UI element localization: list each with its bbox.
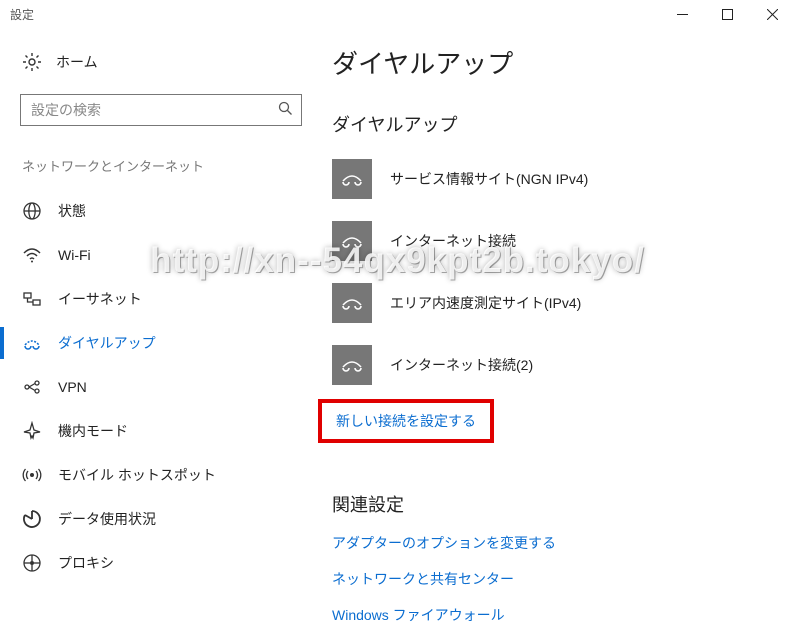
sidebar-item-datausage[interactable]: データ使用状況 — [0, 497, 310, 541]
sidebar-item-label: VPN — [58, 379, 87, 395]
related-link-adapter-options[interactable]: アダプターのオプションを変更する — [332, 533, 556, 553]
content-pane: ダイヤルアップ ダイヤルアップ サービス情報サイト(NGN IPv4) インター… — [310, 30, 795, 627]
sidebar-item-wifi[interactable]: Wi-Fi — [0, 233, 310, 277]
sidebar-item-airplane[interactable]: 機内モード — [0, 409, 310, 453]
datausage-icon — [22, 509, 42, 529]
connection-item[interactable]: インターネット接続 — [332, 221, 775, 261]
sidebar-item-label: 状態 — [58, 201, 86, 221]
sidebar-item-dialup[interactable]: ダイヤルアップ — [0, 321, 310, 365]
phone-icon — [332, 283, 372, 323]
titlebar: 設定 — [0, 0, 795, 30]
related-link-firewall[interactable]: Windows ファイアウォール — [332, 605, 505, 625]
connection-item[interactable]: エリア内速度測定サイト(IPv4) — [332, 283, 775, 323]
sidebar-item-status[interactable]: 状態 — [0, 189, 310, 233]
phone-icon — [332, 159, 372, 199]
sidebar-item-label: 機内モード — [58, 421, 128, 441]
connection-item[interactable]: サービス情報サイト(NGN IPv4) — [332, 159, 775, 199]
connection-item[interactable]: インターネット接続(2) — [332, 345, 775, 385]
connection-label: インターネット接続(2) — [390, 355, 533, 375]
sidebar: ホーム ネットワークとインターネット 状態 Wi-Fi — [0, 30, 310, 627]
new-connection-highlight: 新しい接続を設定する — [332, 407, 775, 467]
sidebar-item-label: データ使用状況 — [58, 509, 156, 529]
section-title: ダイヤルアップ — [332, 111, 775, 137]
sidebar-nav: 状態 Wi-Fi イーサネット ダイヤルアップ — [0, 189, 310, 585]
sidebar-item-ethernet[interactable]: イーサネット — [0, 277, 310, 321]
sidebar-item-hotspot[interactable]: モバイル ホットスポット — [0, 453, 310, 497]
phone-icon — [332, 345, 372, 385]
sidebar-home[interactable]: ホーム — [20, 52, 290, 72]
minimize-icon — [677, 9, 688, 20]
connection-label: サービス情報サイト(NGN IPv4) — [390, 169, 588, 189]
globe-icon — [22, 201, 42, 221]
airplane-icon — [22, 421, 42, 441]
sidebar-item-label: Wi-Fi — [58, 247, 91, 263]
sidebar-item-label: イーサネット — [58, 289, 142, 309]
sidebar-item-label: プロキシ — [58, 553, 114, 573]
related-link-sharing-center[interactable]: ネットワークと共有センター — [332, 569, 514, 589]
connection-list: サービス情報サイト(NGN IPv4) インターネット接続 エリア内速度測定サイ… — [332, 159, 775, 385]
sidebar-home-label: ホーム — [56, 52, 98, 72]
ethernet-icon — [22, 289, 42, 309]
search-box[interactable] — [20, 94, 302, 126]
sidebar-category: ネットワークとインターネット — [20, 156, 290, 175]
minimize-button[interactable] — [660, 0, 705, 28]
page-title: ダイヤルアップ — [332, 44, 775, 81]
dialup-icon — [22, 333, 42, 353]
sidebar-item-proxy[interactable]: プロキシ — [0, 541, 310, 585]
sidebar-item-label: ダイヤルアップ — [58, 333, 156, 353]
wifi-icon — [22, 245, 42, 265]
phone-icon — [332, 221, 372, 261]
window-title: 設定 — [0, 0, 44, 23]
connection-label: インターネット接続 — [390, 231, 516, 251]
sidebar-item-label: モバイル ホットスポット — [58, 465, 216, 485]
close-icon — [767, 9, 778, 20]
gear-icon — [22, 52, 42, 72]
maximize-button[interactable] — [705, 0, 750, 28]
search-input[interactable] — [31, 102, 278, 118]
connection-label: エリア内速度測定サイト(IPv4) — [390, 293, 581, 313]
related-settings-title: 関連設定 — [332, 491, 775, 517]
proxy-icon — [22, 553, 42, 573]
vpn-icon — [22, 377, 42, 397]
hotspot-icon — [22, 465, 42, 485]
new-connection-link[interactable]: 新しい接続を設定する — [336, 411, 476, 431]
close-button[interactable] — [750, 0, 795, 28]
maximize-icon — [722, 9, 733, 20]
sidebar-item-vpn[interactable]: VPN — [0, 365, 310, 409]
search-icon — [278, 101, 293, 119]
